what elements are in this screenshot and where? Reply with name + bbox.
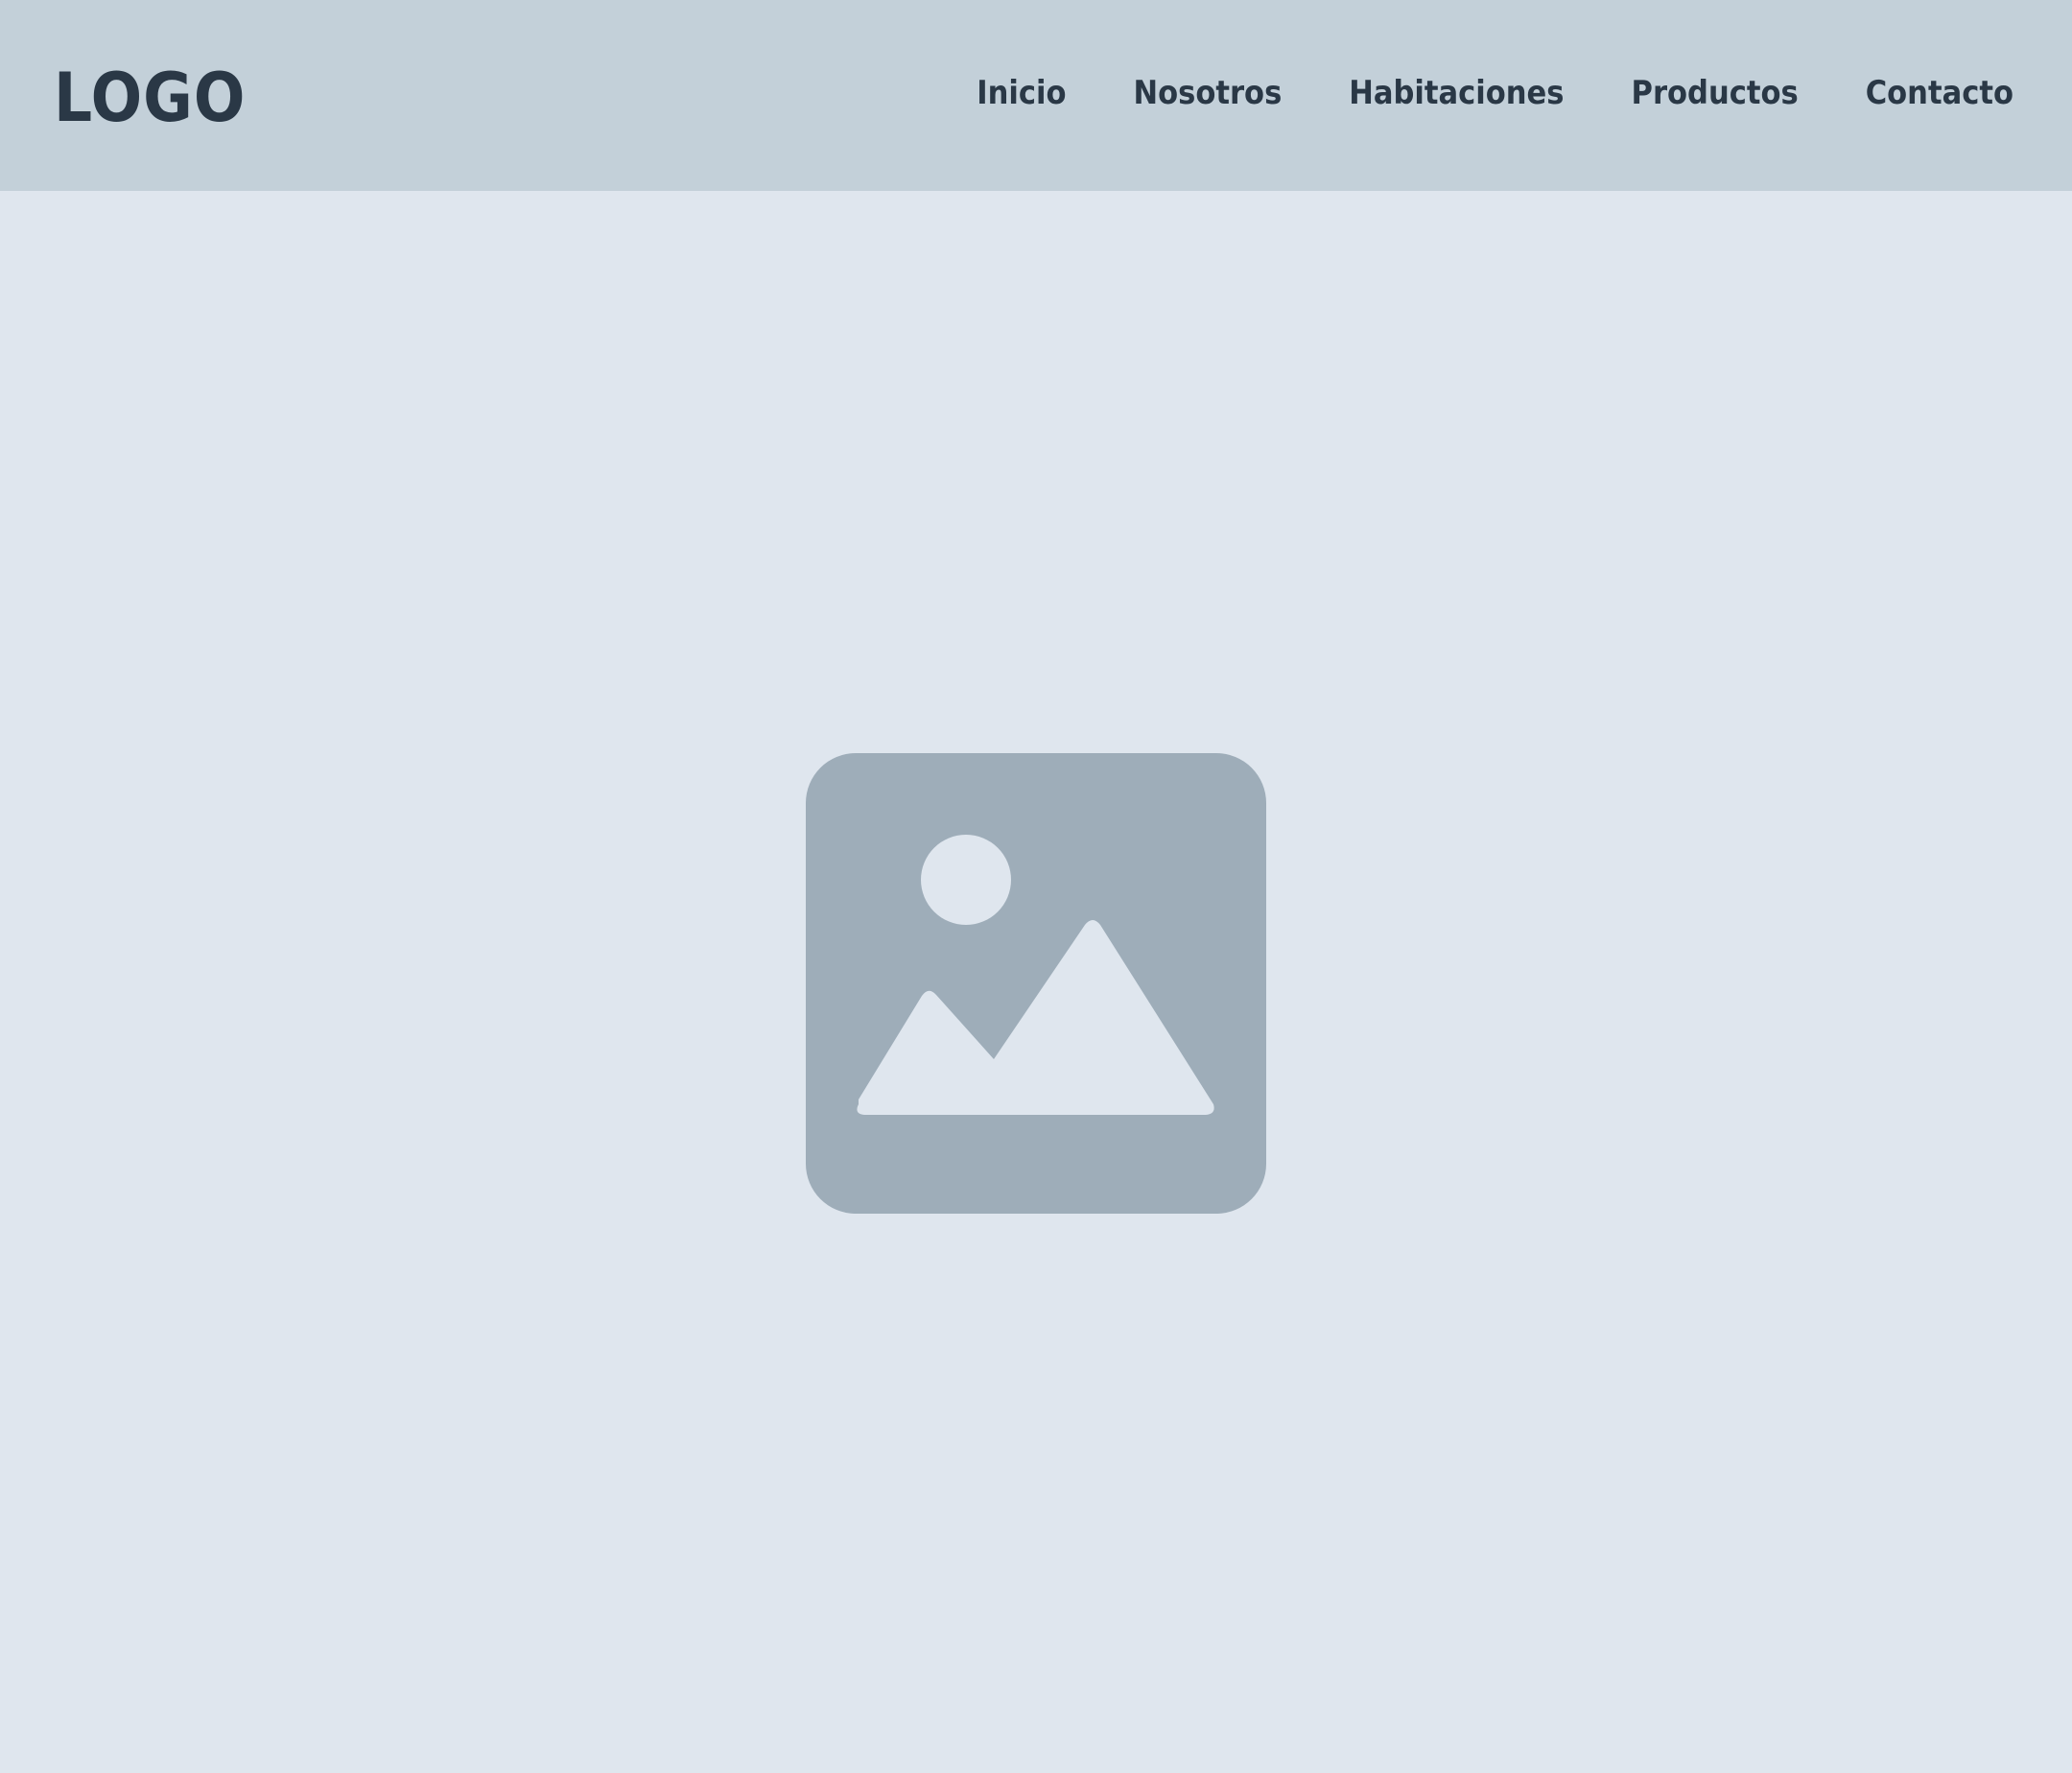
image-placeholder-icon <box>806 753 1266 1214</box>
main-nav: Inicio Nosotros Habitaciones Productos C… <box>977 69 2013 117</box>
nav-item-productos[interactable]: Productos <box>1632 74 1799 112</box>
nav-item-nosotros[interactable]: Nosotros <box>1133 74 1282 112</box>
nav-item-habitaciones[interactable]: Habitaciones <box>1349 74 1564 112</box>
nav-item-inicio[interactable]: Inicio <box>977 74 1066 112</box>
nav-item-contacto[interactable]: Contacto <box>1866 74 2013 112</box>
logo[interactable]: LOGO <box>54 59 246 136</box>
site-header: LOGO Inicio Nosotros Habitaciones Produc… <box>0 0 2072 191</box>
